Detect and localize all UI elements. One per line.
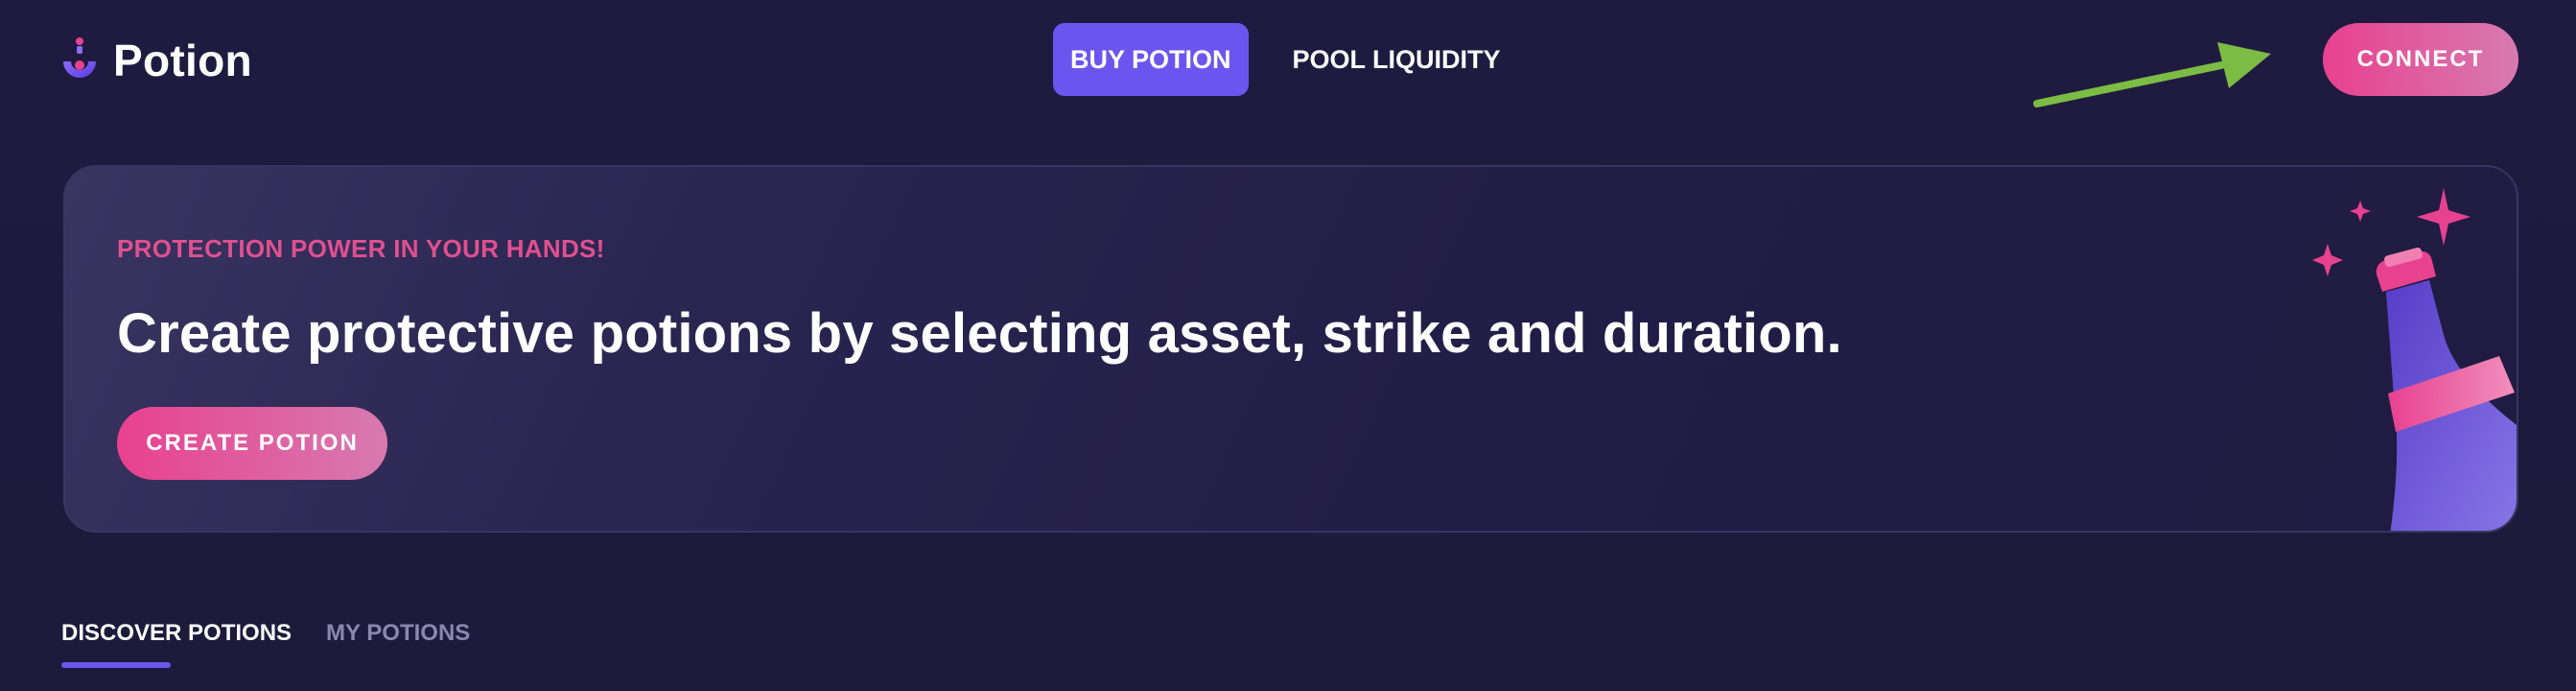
potion-bottle-illustration <box>2312 188 2517 531</box>
brand-name: Potion <box>113 36 252 85</box>
hero-banner: PROTECTION POWER IN YOUR HANDS! Create p… <box>63 165 2518 533</box>
potions-tabs: DISCOVER POTIONS MY POTIONS <box>61 620 470 668</box>
app-page: Potion BUY POTION POOL LIQUIDITY CONNECT… <box>0 0 2576 691</box>
green-arrow-icon <box>2033 42 2271 107</box>
main-nav: BUY POTION POOL LIQUIDITY <box>1053 23 1518 96</box>
hero-eyebrow: PROTECTION POWER IN YOUR HANDS! <box>117 234 605 263</box>
hero-title: Create protective potions by selecting a… <box>117 302 1842 365</box>
brand-logo[interactable]: Potion <box>59 35 252 86</box>
tab-discover-potions[interactable]: DISCOVER POTIONS <box>61 620 292 668</box>
connect-button[interactable]: CONNECT <box>2323 23 2518 96</box>
nav-tab-buy-potion[interactable]: BUY POTION <box>1053 23 1249 96</box>
nav-tab-pool-liquidity[interactable]: POOL LIQUIDITY <box>1276 23 1518 96</box>
create-potion-button[interactable]: CREATE POTION <box>117 407 387 480</box>
potion-flask-logo-icon <box>63 37 96 78</box>
tab-my-potions[interactable]: MY POTIONS <box>326 620 470 668</box>
